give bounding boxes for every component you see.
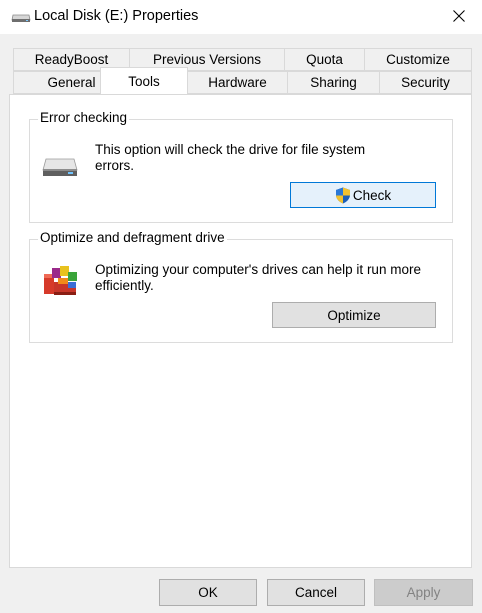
tab-tools[interactable]: Tools	[100, 67, 188, 94]
uac-shield-icon	[335, 187, 351, 204]
tab-quota[interactable]: Quota	[284, 48, 365, 71]
tab-label: Customize	[386, 52, 450, 67]
tab-label: General	[47, 75, 96, 90]
optimize-button-label: Optimize	[327, 307, 381, 323]
cancel-button-label: Cancel	[294, 585, 338, 600]
tab-hardware[interactable]: Hardware	[187, 71, 288, 94]
hard-drive-icon	[42, 156, 78, 181]
check-button[interactable]: Check	[290, 182, 436, 208]
check-button-label: Check	[352, 187, 392, 203]
defrag-icon	[42, 262, 80, 301]
ok-button[interactable]: OK	[159, 579, 257, 606]
title-bar: Local Disk (E:) Properties	[0, 0, 482, 34]
tools-panel: Error checking This option will check th…	[9, 94, 472, 568]
close-icon	[453, 9, 465, 25]
optimize-group: Optimize and defragment drive Optimizing…	[29, 230, 453, 343]
error-checking-description: This option will check the drive for fil…	[95, 142, 365, 174]
tab-label: Hardware	[208, 75, 267, 90]
optimize-button[interactable]: Optimize	[272, 302, 436, 328]
close-button[interactable]	[436, 0, 482, 34]
apply-button-label: Apply	[406, 585, 441, 600]
cancel-button[interactable]: Cancel	[267, 579, 365, 606]
tab-security[interactable]: Security	[379, 71, 472, 94]
drive-icon	[11, 11, 31, 26]
description-line: Optimizing your computer's drives can he…	[95, 262, 421, 277]
error-checking-group: Error checking This option will check th…	[29, 110, 453, 223]
optimize-title: Optimize and defragment drive	[38, 230, 227, 245]
tab-label: Security	[401, 75, 450, 90]
tab-customize[interactable]: Customize	[364, 48, 472, 71]
description-line: errors.	[95, 158, 135, 173]
tab-sharing[interactable]: Sharing	[287, 71, 380, 94]
error-checking-title: Error checking	[38, 110, 130, 125]
tab-label: Quota	[306, 52, 343, 67]
tab-label: Sharing	[310, 75, 357, 90]
optimize-description: Optimizing your computer's drives can he…	[95, 262, 421, 294]
description-line: This option will check the drive for fil…	[95, 142, 366, 157]
tab-label: Previous Versions	[152, 52, 262, 67]
window-title: Local Disk (E:) Properties	[34, 8, 199, 24]
description-line: efficiently.	[95, 278, 154, 293]
apply-button[interactable]: Apply	[374, 579, 473, 606]
tab-label: Tools	[128, 73, 160, 89]
tab-label: ReadyBoost	[34, 52, 109, 67]
ok-button-label: OK	[198, 585, 218, 600]
